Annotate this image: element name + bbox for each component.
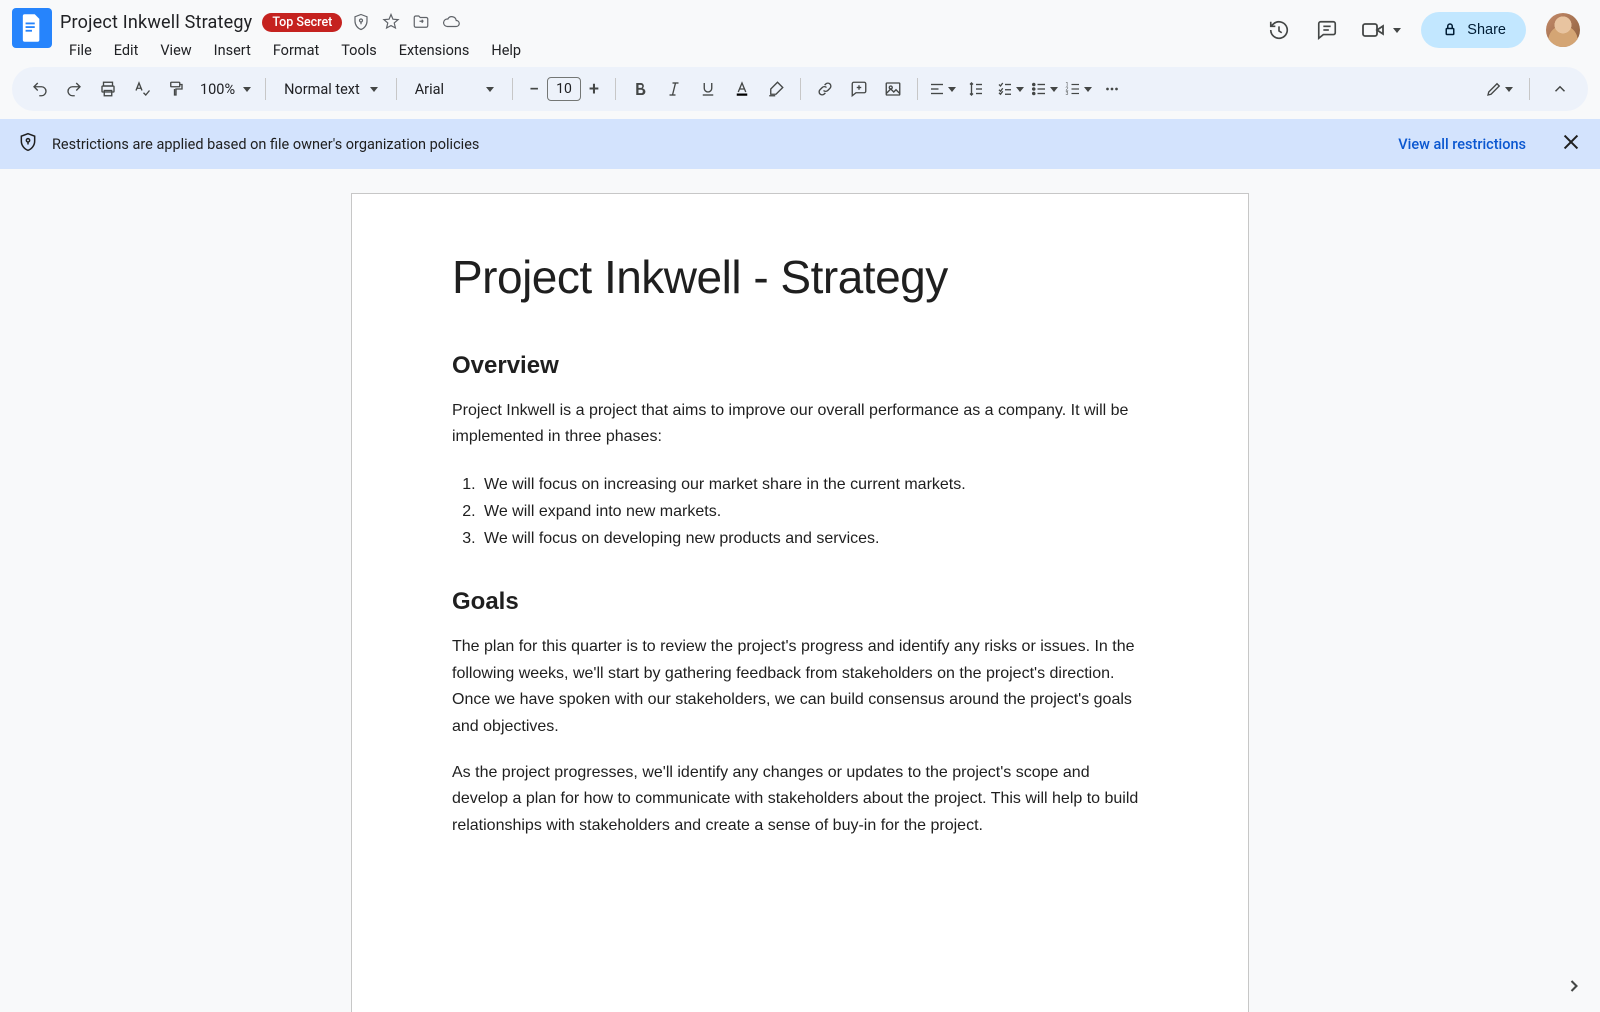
paragraph-style-value: Normal text bbox=[284, 81, 360, 98]
app-header: Project Inkwell Strategy Top Secret File… bbox=[0, 0, 1600, 63]
chevron-down-icon bbox=[1084, 87, 1092, 92]
collapse-toolbar-icon[interactable] bbox=[1544, 73, 1576, 105]
insert-image-icon[interactable] bbox=[877, 73, 909, 105]
chevron-down-icon bbox=[370, 87, 378, 92]
zoom-select[interactable]: 100% bbox=[194, 81, 257, 98]
classification-badge: Top Secret bbox=[262, 13, 342, 32]
menu-view[interactable]: View bbox=[151, 38, 200, 63]
document-page[interactable]: Project Inkwell - Strategy Overview Proj… bbox=[351, 193, 1249, 1012]
menu-extensions[interactable]: Extensions bbox=[390, 38, 479, 63]
chevron-down-icon bbox=[1393, 28, 1401, 33]
font-size-input[interactable]: 10 bbox=[547, 77, 581, 101]
privacy-icon[interactable] bbox=[352, 13, 370, 31]
bulleted-list-icon[interactable] bbox=[1028, 73, 1060, 105]
chevron-down-icon bbox=[948, 87, 956, 92]
bold-icon[interactable] bbox=[624, 73, 656, 105]
doc-phase-list[interactable]: We will focus on increasing our market s… bbox=[452, 471, 1148, 553]
document-canvas[interactable]: Project Inkwell - Strategy Overview Proj… bbox=[0, 169, 1600, 1012]
spellcheck-icon[interactable] bbox=[126, 73, 158, 105]
undo-icon[interactable] bbox=[24, 73, 56, 105]
list-item[interactable]: We will expand into new markets. bbox=[480, 498, 1148, 525]
list-item[interactable]: We will focus on developing new products… bbox=[480, 525, 1148, 552]
doc-paragraph-goals-1[interactable]: The plan for this quarter is to review t… bbox=[452, 634, 1148, 740]
increase-font-size[interactable]: + bbox=[581, 76, 607, 102]
formatting-toolbar: 100% Normal text Arial − 10 + bbox=[12, 67, 1588, 111]
text-color-icon[interactable] bbox=[726, 73, 758, 105]
decrease-font-size[interactable]: − bbox=[521, 76, 547, 102]
doc-heading-overview[interactable]: Overview bbox=[452, 352, 1148, 380]
account-avatar[interactable] bbox=[1546, 13, 1580, 47]
menu-help[interactable]: Help bbox=[482, 38, 530, 63]
docs-app-icon[interactable] bbox=[12, 8, 52, 48]
chevron-down-icon bbox=[243, 87, 251, 92]
document-title[interactable]: Project Inkwell Strategy bbox=[60, 12, 252, 33]
numbered-list-icon[interactable]: 123 bbox=[1062, 73, 1094, 105]
chevron-down-icon bbox=[1505, 87, 1513, 92]
paint-format-icon[interactable] bbox=[160, 73, 192, 105]
align-icon[interactable] bbox=[926, 73, 958, 105]
view-restrictions-link[interactable]: View all restrictions bbox=[1398, 136, 1526, 153]
comments-icon[interactable] bbox=[1313, 16, 1341, 44]
svg-text:3: 3 bbox=[1066, 91, 1069, 97]
move-icon[interactable] bbox=[412, 13, 430, 31]
font-select[interactable]: Arial bbox=[405, 81, 504, 98]
highlight-icon[interactable] bbox=[760, 73, 792, 105]
add-comment-icon[interactable] bbox=[843, 73, 875, 105]
close-banner-icon[interactable] bbox=[1560, 131, 1582, 157]
font-value: Arial bbox=[415, 81, 444, 98]
share-button[interactable]: Share bbox=[1421, 12, 1526, 48]
doc-title-heading[interactable]: Project Inkwell - Strategy bbox=[452, 250, 1148, 304]
editing-mode-icon[interactable] bbox=[1483, 73, 1515, 105]
doc-paragraph-goals-2[interactable]: As the project progresses, we'll identif… bbox=[452, 760, 1148, 839]
banner-message: Restrictions are applied based on file o… bbox=[52, 136, 1384, 153]
chevron-down-icon bbox=[1016, 87, 1024, 92]
checklist-icon[interactable] bbox=[994, 73, 1026, 105]
font-size-control: − 10 + bbox=[521, 76, 607, 102]
shield-icon bbox=[18, 132, 38, 156]
menu-format[interactable]: Format bbox=[264, 38, 328, 63]
menu-file[interactable]: File bbox=[60, 38, 101, 63]
cloud-status-icon[interactable] bbox=[442, 13, 460, 31]
share-label: Share bbox=[1467, 22, 1506, 38]
menu-tools[interactable]: Tools bbox=[332, 38, 386, 63]
history-icon[interactable] bbox=[1265, 16, 1293, 44]
line-spacing-icon[interactable] bbox=[960, 73, 992, 105]
zoom-value: 100% bbox=[200, 81, 235, 98]
chevron-down-icon bbox=[486, 87, 494, 92]
doc-paragraph-overview[interactable]: Project Inkwell is a project that aims t… bbox=[452, 398, 1148, 451]
menu-edit[interactable]: Edit bbox=[105, 38, 148, 63]
print-icon[interactable] bbox=[92, 73, 124, 105]
chevron-down-icon bbox=[1050, 87, 1058, 92]
menu-insert[interactable]: Insert bbox=[205, 38, 260, 63]
paragraph-style-select[interactable]: Normal text bbox=[274, 81, 388, 98]
header-actions: Share bbox=[1265, 8, 1588, 48]
list-item[interactable]: We will focus on increasing our market s… bbox=[480, 471, 1148, 498]
more-options-icon[interactable] bbox=[1096, 73, 1128, 105]
menu-bar: File Edit View Insert Format Tools Exten… bbox=[60, 38, 1265, 63]
underline-icon[interactable] bbox=[692, 73, 724, 105]
doc-heading-goals[interactable]: Goals bbox=[452, 588, 1148, 616]
insert-link-icon[interactable] bbox=[809, 73, 841, 105]
italic-icon[interactable] bbox=[658, 73, 690, 105]
meet-button[interactable] bbox=[1361, 18, 1401, 42]
restrictions-banner: Restrictions are applied based on file o… bbox=[0, 119, 1600, 169]
redo-icon[interactable] bbox=[58, 73, 90, 105]
explore-icon[interactable] bbox=[1558, 970, 1590, 1002]
star-icon[interactable] bbox=[382, 13, 400, 31]
